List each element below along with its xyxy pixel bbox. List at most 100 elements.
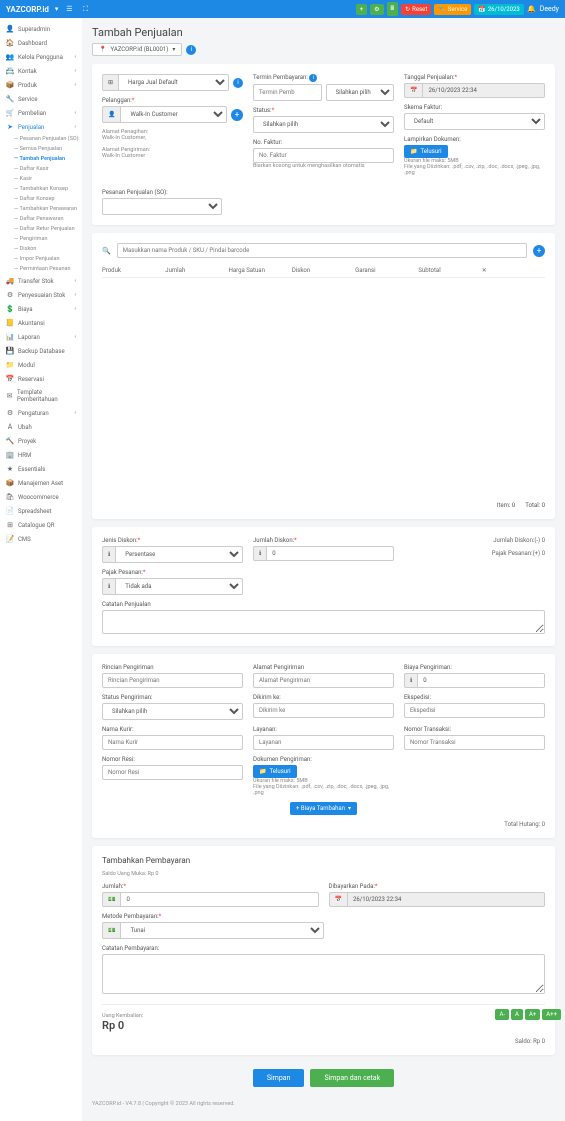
- add-customer-button[interactable]: +: [231, 109, 243, 121]
- sidebar-item-pengaturan[interactable]: ⚙Pengaturan‹: [0, 406, 82, 420]
- paid-on-input[interactable]: [347, 892, 545, 907]
- invoice-no-input[interactable]: [253, 148, 394, 163]
- sidebar-item-ubah[interactable]: AUbah: [0, 420, 82, 434]
- resi-input[interactable]: [102, 765, 243, 780]
- extra-cost-button[interactable]: + Biaya Tambahan ▾: [290, 802, 357, 815]
- courier-input[interactable]: [102, 735, 243, 750]
- sidebar-sub-item[interactable]: — Daftar Konsep: [0, 194, 82, 204]
- sidebar-item-biaya[interactable]: 💲Biaya‹: [0, 302, 82, 316]
- ship-detail-input[interactable]: [102, 673, 243, 688]
- pay-amount-input[interactable]: [120, 892, 318, 907]
- sidebar-sub-item[interactable]: — Tambah Penjualan: [0, 154, 82, 164]
- sidebar-item-backup-database[interactable]: 💾Backup Database: [0, 344, 82, 358]
- brand[interactable]: YAZCORP.id: [6, 5, 49, 14]
- sale-note-textarea[interactable]: [102, 610, 545, 634]
- sidebar-item-kontak[interactable]: 📇Kontak‹: [0, 64, 82, 78]
- add-product-button[interactable]: +: [533, 245, 545, 257]
- sidebar-icon: 📊: [6, 333, 14, 341]
- sidebar-item-reservasi[interactable]: 📅Reservasi: [0, 372, 82, 386]
- sidebar-item-essentials[interactable]: ★Essentials: [0, 462, 82, 476]
- sidebar-item-laporan[interactable]: 📊Laporan‹: [0, 330, 82, 344]
- status-select[interactable]: Silahkan pilih: [253, 116, 394, 133]
- payterm-input[interactable]: [253, 84, 322, 101]
- customer-select[interactable]: Walk-In Customer: [120, 106, 227, 123]
- sidebar-item-pembelian[interactable]: 🛒Pembelian‹: [0, 106, 82, 120]
- sidebar-sub-item[interactable]: — Pesanan Penjualan (SO): [0, 134, 82, 144]
- discount-amount-input[interactable]: [266, 546, 394, 561]
- accessibility-button[interactable]: A-: [495, 1009, 509, 1020]
- sidebar-sub-item[interactable]: — Pengiriman: [0, 234, 82, 244]
- expedition-input[interactable]: [404, 703, 545, 718]
- price-scheme-select[interactable]: Harga Jual Default: [118, 74, 229, 91]
- location-select[interactable]: 📍 YAZCORP.id (BL0001) ▾: [92, 43, 182, 56]
- sidebar-item-penyesuaian-stok[interactable]: ⚙Penyesuaian Stok‹: [0, 288, 82, 302]
- plus-button[interactable]: +: [356, 4, 367, 15]
- sidebar-item-catalogue-qr[interactable]: ⊞Catalogue QR: [0, 518, 82, 532]
- sidebar-item-kelola-pengguna[interactable]: 👥Kelola Pengguna‹: [0, 50, 82, 64]
- fullscreen-icon[interactable]: ⛶: [80, 4, 90, 14]
- courier-label: Nama Kurir:: [102, 726, 243, 733]
- sidebar-item-superadmin[interactable]: 👤Superadmin: [0, 22, 82, 36]
- sidebar-sub-item[interactable]: — Impor Penjualan: [0, 254, 82, 264]
- save-button[interactable]: Simpan: [253, 1069, 305, 1087]
- sidebar-item-akuntansi[interactable]: 📒Akuntansi: [0, 316, 82, 330]
- sidebar-item-manajemen-aset[interactable]: 📦Manajemen Aset: [0, 476, 82, 490]
- trx-input[interactable]: [404, 735, 545, 750]
- sidebar-item-woocommerce[interactable]: 🛍Woocommerce: [0, 490, 82, 504]
- sidebar-sub-item[interactable]: — Permintaan Pesanan: [0, 264, 82, 274]
- invoice-scheme-select[interactable]: Default: [404, 113, 545, 130]
- sidebar-sub-item[interactable]: — Tambahkan Penawaran: [0, 204, 82, 214]
- sidebar-item-produk[interactable]: 📦Produk‹: [0, 78, 82, 92]
- ship-address-input[interactable]: [253, 673, 394, 688]
- user-menu[interactable]: Deedy: [540, 5, 559, 13]
- sidebar-sub-item[interactable]: — Daftar Kasir: [0, 164, 82, 174]
- sidebar-item-hrm[interactable]: 🏢HRM: [0, 448, 82, 462]
- browse-button[interactable]: 📁 Telusuri: [404, 145, 448, 158]
- ship-status-select[interactable]: Silahkan pilih: [102, 703, 243, 720]
- accessibility-button[interactable]: A+: [525, 1009, 540, 1020]
- discount-type-select[interactable]: Persentase: [115, 546, 243, 563]
- ship-doc-browse-button[interactable]: 📁 Telusuri: [253, 765, 297, 778]
- brand-caret[interactable]: ▾: [55, 5, 59, 13]
- pay-method-select[interactable]: Tunai: [120, 922, 323, 939]
- service-input[interactable]: [253, 735, 394, 750]
- reset-button[interactable]: ↻ Reset: [401, 4, 431, 15]
- info-icon[interactable]: i: [233, 78, 243, 88]
- info-icon: ℹ: [404, 673, 417, 688]
- sale-date-label: Tanggal Penjualan:*: [404, 74, 545, 81]
- accessibility-button[interactable]: A++: [542, 1009, 561, 1020]
- sidebar-item-label: Pengaturan: [18, 410, 49, 417]
- sidebar-sub-item[interactable]: — Tambahkan Konsep: [0, 184, 82, 194]
- cash-register-button[interactable]: 🖩: [387, 2, 399, 16]
- accessibility-button[interactable]: A: [511, 1009, 523, 1020]
- sidebar-item-transfer-stok[interactable]: 🚚Transfer Stok‹: [0, 274, 82, 288]
- so-select[interactable]: [102, 198, 222, 215]
- date-button[interactable]: 📅 26/10/2023: [474, 4, 523, 15]
- sidebar-item-penjualan[interactable]: ➤Penjualan‹: [0, 120, 82, 134]
- sidebar-item-dashboard[interactable]: 🏠Dashboard: [0, 36, 82, 50]
- sidebar-item-service[interactable]: 🔧Service: [0, 92, 82, 106]
- menu-icon[interactable]: ☰: [64, 4, 74, 14]
- sidebar-item-cms[interactable]: 📝CMS: [0, 532, 82, 546]
- sidebar-sub-item[interactable]: — Daftar Penawaran: [0, 214, 82, 224]
- service-button[interactable]: 🔧 Service: [434, 4, 471, 15]
- ship-cost-input[interactable]: [417, 673, 545, 688]
- tax-select[interactable]: Tidak ada: [115, 578, 243, 595]
- sidebar-sub-item[interactable]: — Semua Penjualan: [0, 144, 82, 154]
- notification-icon[interactable]: 🔔: [527, 4, 537, 14]
- gear-button[interactable]: ⚙: [370, 4, 383, 15]
- save-print-button[interactable]: Simpan dan cetak: [310, 1069, 394, 1087]
- info-icon[interactable]: i: [186, 45, 196, 55]
- payterm-unit-select[interactable]: Silahkan pilih: [326, 84, 395, 101]
- sale-date-input[interactable]: [422, 83, 545, 98]
- sendto-input[interactable]: [253, 703, 394, 718]
- sidebar-sub-item[interactable]: — Diskon: [0, 244, 82, 254]
- pay-note-textarea[interactable]: [102, 954, 545, 994]
- product-search-input[interactable]: [117, 243, 527, 258]
- sidebar-sub-item[interactable]: — Daftar Retur Penjualan: [0, 224, 82, 234]
- sidebar-item-modul[interactable]: 📁Modul: [0, 358, 82, 372]
- sidebar-item-template-pemberitahuan[interactable]: ✉Template Pemberitahuan: [0, 386, 82, 406]
- sidebar-item-spreadsheet[interactable]: 📄Spreadsheet: [0, 504, 82, 518]
- sidebar-sub-item[interactable]: — Kasir: [0, 174, 82, 184]
- sidebar-item-proyek[interactable]: 🔨Proyek: [0, 434, 82, 448]
